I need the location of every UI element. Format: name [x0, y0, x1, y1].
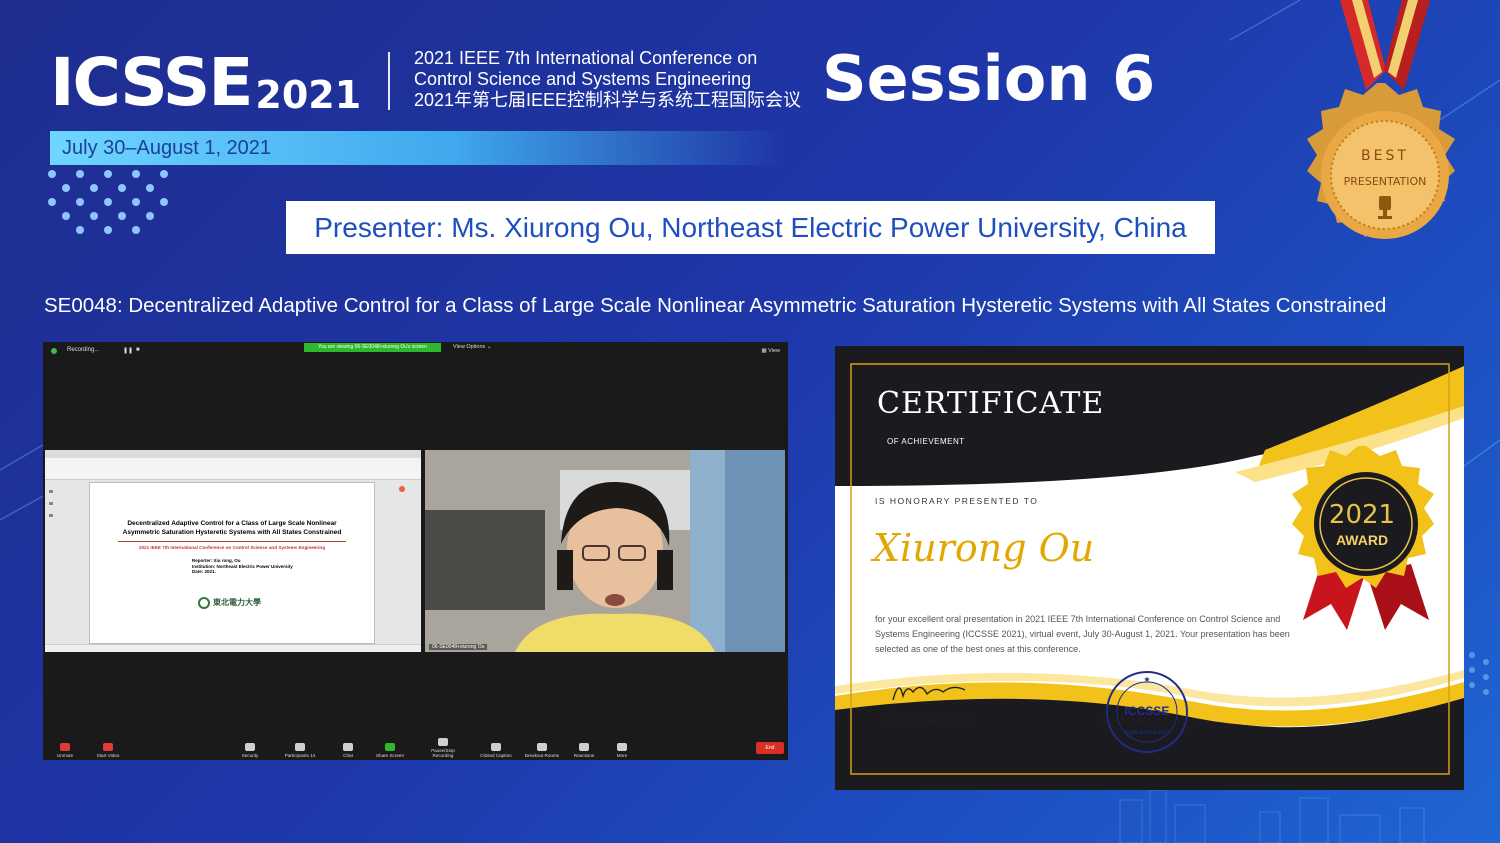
view-button[interactable]: ▦ View — [761, 348, 780, 354]
participants-label: Participants — [284, 753, 309, 758]
certificate-title: CERTIFICATE — [877, 386, 1105, 421]
ppt-tab-bar — [45, 450, 421, 458]
grid-icon — [537, 743, 547, 751]
reactions-label: Reactions — [573, 753, 595, 758]
ppt-sidebar-icon — [49, 502, 53, 505]
slide-title: Decentralized Adaptive Control for a Cla… — [122, 520, 342, 536]
certificate: CERTIFICATE OF ACHIEVEMENT IS HONORARY P… — [835, 346, 1464, 790]
participants-button[interactable]: Participants 14 — [280, 743, 320, 758]
university-emblem-icon — [198, 597, 210, 609]
microphone-icon — [60, 743, 70, 751]
seal-text: ICCSSE — [1124, 704, 1170, 718]
closed-caption-button[interactable]: Closed Caption — [476, 743, 516, 758]
certificate-presented-to: IS HONORARY PRESENTED TO — [875, 496, 1039, 506]
slide-details: Reporter: Xiu rong, Ou Institution: Nort… — [192, 558, 374, 575]
start-video-label: Start Video — [96, 753, 120, 758]
camera-icon — [103, 743, 113, 751]
unmute-label: Unmute — [56, 753, 74, 758]
logo-mark: ICSSE — [50, 44, 253, 121]
ppt-ribbon — [45, 458, 421, 480]
chat-button[interactable]: Chat — [328, 743, 368, 758]
slide-date: Date: 2021. — [192, 569, 216, 574]
chair-signature — [892, 686, 966, 701]
seal-url: www.iccsse.com — [1124, 730, 1169, 736]
share-screen-label: Share Screen — [375, 753, 405, 758]
conference-title-line2: Control Science and Systems Engineering — [414, 69, 752, 89]
pause-stop-recording-button[interactable]: Pause/Stop Recording — [423, 738, 463, 758]
university-logo-text: 東北電力大學 — [213, 598, 261, 608]
stop-recording-icon[interactable]: ■ — [136, 347, 140, 353]
session-title: Session 6 — [822, 42, 1156, 115]
conference-dates: July 30–August 1, 2021 — [50, 131, 785, 165]
ppt-sidebar-icon — [49, 490, 53, 493]
pause-stop-recording-label: Pause/Stop Recording — [431, 748, 455, 758]
svg-text:★: ★ — [1143, 675, 1150, 684]
dot-pattern — [48, 170, 168, 234]
best-presentation-medal: BEST PRESENTATION — [1307, 0, 1455, 239]
breakout-rooms-label: Breakout Rooms — [524, 753, 560, 758]
conference-title-line3: 2021年第七届IEEE控制科学与系统工程国际会议 — [414, 90, 802, 110]
security-button[interactable]: Security — [230, 743, 270, 758]
chat-label: Chat — [343, 753, 353, 758]
shared-screen: Decentralized Adaptive Control for a Cla… — [45, 450, 421, 652]
certificate-body: for your excellent oral presentation in … — [875, 614, 1290, 654]
video-name-label: 06-SE0048+xiurong Ou — [429, 644, 488, 650]
zoom-toolbar: Unmute Start Video Security Participants… — [43, 732, 788, 760]
share-screen-button[interactable]: Share Screen — [370, 743, 410, 758]
ppt-record-icon — [399, 486, 405, 492]
conference-chair-label: ICCSSE Conference Chair — [887, 718, 970, 725]
slide-divider — [118, 541, 346, 542]
conference-executive-label: ICCSSE Conference Executive — [1098, 718, 1196, 725]
award-year: 2021 — [1328, 500, 1396, 530]
closed-caption-label: Closed Caption — [480, 753, 512, 758]
conference-title-line1: 2021 IEEE 7th International Conference o… — [414, 48, 758, 68]
slide-conference: 2021 IEEE 7th International Conference o… — [138, 545, 326, 550]
presentation-slide: Decentralized Adaptive Control for a Cla… — [89, 482, 375, 644]
viewing-screen-banner: You are viewing 06-SE0048+xiurong Ou's s… — [304, 343, 441, 352]
conference-title: 2021 IEEE 7th International Conference o… — [414, 48, 801, 111]
security-label: Security — [241, 753, 259, 758]
recipient-name: Xiurong Ou — [873, 526, 1095, 570]
university-logo: 東北電力大學 — [198, 597, 261, 609]
conference-logo: ICSSE 2021 — [50, 48, 361, 116]
logo-divider — [388, 52, 390, 110]
presenter-banner: Presenter: Ms. Xiurong Ou, Northeast Ele… — [286, 201, 1215, 254]
chat-icon — [343, 743, 353, 751]
medal-line1: BEST — [1361, 148, 1409, 164]
pause-recording-icon[interactable]: ❚❚ — [123, 347, 133, 354]
view-options-button[interactable]: View Options ⌄ — [453, 344, 491, 350]
share-screen-icon — [385, 743, 395, 751]
ppt-status-bar — [45, 644, 421, 652]
presenter-video: 06-SE0048+xiurong Ou — [425, 450, 785, 652]
reactions-button[interactable]: Reactions — [564, 743, 604, 758]
award-word: AWARD — [1335, 532, 1389, 548]
breakout-rooms-button[interactable]: Breakout Rooms — [522, 743, 562, 758]
paper-title: SE0048: Decentralized Adaptive Control f… — [44, 294, 1387, 317]
smile-icon — [579, 743, 589, 751]
presenter-video-frame — [425, 450, 785, 652]
logo-year: 2021 — [255, 73, 362, 117]
end-meeting-button[interactable]: End — [756, 742, 784, 754]
security-indicator-icon[interactable] — [51, 348, 57, 354]
unmute-button[interactable]: Unmute — [45, 743, 85, 758]
zoom-top-bar: Recording... ❚❚ ■ You are viewing 06-SE0… — [43, 342, 788, 360]
more-icon — [617, 743, 627, 751]
participants-icon — [295, 743, 305, 751]
pause-icon — [438, 738, 448, 746]
certificate-subtitle: OF ACHIEVEMENT — [887, 437, 965, 446]
participants-count: 14 — [310, 753, 316, 758]
shield-icon — [245, 743, 255, 751]
zoom-meeting-window: Recording... ❚❚ ■ You are viewing 06-SE0… — [43, 342, 788, 760]
cc-icon — [491, 743, 501, 751]
recording-label: Recording... — [67, 347, 100, 353]
more-button[interactable]: More — [602, 743, 642, 758]
medal-line2: PRESENTATION — [1344, 175, 1427, 188]
start-video-button[interactable]: Start Video — [88, 743, 128, 758]
ppt-sidebar-icon — [49, 514, 53, 517]
more-label: More — [616, 753, 628, 758]
